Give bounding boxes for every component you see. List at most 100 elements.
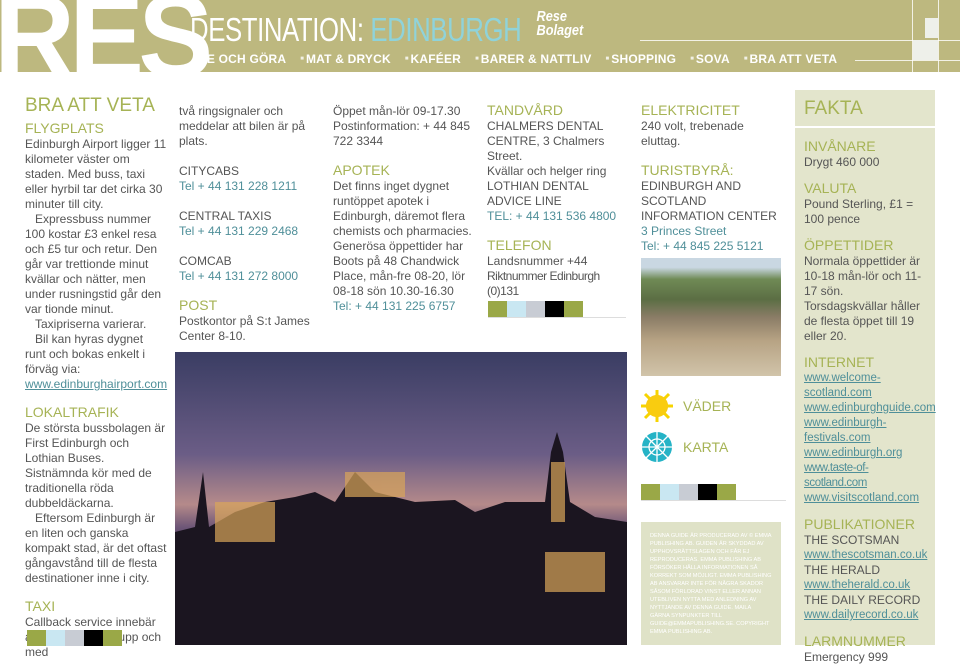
disclaimer: DENNA GUIDE ÄR PRODUCERAD AV © EMMA PUBL… (641, 522, 781, 645)
sun-icon (641, 390, 673, 422)
section-title: BRA ATT VETA (25, 95, 155, 116)
header: RES DESTINATION: EDINBURGH Rese Bolaget … (0, 0, 960, 96)
globe-icon (642, 432, 672, 462)
text: Bil kan hyras dygnet runt och bokas enke… (25, 332, 146, 376)
heading-valuta: VALUTA (804, 180, 857, 196)
text: Eftersom Edinburgh är en liten och gansk… (25, 511, 167, 585)
main-nav: SE OCH GÖRA MAT & DRYCK KAFÉER BARER & N… (193, 52, 837, 67)
text: EDINBURGH AND SCOTLAND INFORMATION CENTE… (641, 179, 777, 223)
publication-name: THE SCOTSMAN (804, 533, 900, 547)
text: Det finns inget dygnet runtöppet apotek … (333, 179, 472, 298)
title-prefix: DESTINATION: (190, 11, 371, 48)
airport-link[interactable]: www.edinburghairport.com (25, 377, 167, 392)
text: De största bussbolagen är First Edinburg… (25, 421, 166, 510)
divider (855, 60, 960, 61)
text: Landsnummer +44 (487, 254, 588, 268)
text: Postkontor på S:t James Center 8-10. (179, 314, 310, 343)
heading-taxi: TAXI (25, 598, 56, 614)
text: Emergency 999 (804, 650, 889, 664)
nav-barer-nattliv[interactable]: BARER & NATTLIV (475, 52, 592, 67)
text: Taxipriserna varierar. (35, 317, 147, 331)
res-logo: RES (0, 0, 213, 103)
heading-internet: INTERNET (804, 354, 874, 370)
map-link[interactable]: KARTA (641, 431, 728, 463)
cab-name: CITYCABS (179, 164, 240, 178)
weather-link[interactable]: VÄDER (641, 390, 731, 422)
text: Expressbuss nummer 100 kostar £3 enkel r… (25, 212, 162, 316)
color-swatches (488, 301, 583, 317)
heading-tandvard: TANDVÅRD (487, 102, 563, 118)
publication-link[interactable]: www.theherald.co.uk (804, 578, 926, 593)
title-city: EDINBURGH (370, 11, 522, 48)
cab-name: COMCAB (179, 254, 232, 268)
text: Öppet mån-lör 09-17.30 (333, 104, 461, 118)
column-bra-att-veta: BRA ATT VETA FLYGPLATS Edinburgh Airport… (25, 95, 167, 660)
color-swatches (641, 484, 736, 500)
heading-post: POST (179, 297, 218, 313)
turist-address: 3 Princes Street (641, 224, 727, 238)
heading-elektricitet: ELEKTRICITET (641, 102, 740, 118)
divider (938, 0, 939, 72)
divider (641, 500, 786, 501)
text: två ringsignaler och meddelar att bilen … (179, 104, 306, 148)
column-elektricitet: ELEKTRICITET 240 volt, trebenade eluttag… (641, 102, 786, 254)
resebolaget-logo: Rese Bolaget (536, 8, 584, 39)
heading-apotek: APOTEK (333, 162, 390, 178)
cab-tel: Tel + 44 131 272 8000 (179, 269, 299, 283)
heading-larmnummer: LARMNUMMER (804, 633, 906, 649)
color-swatches (27, 630, 122, 646)
text: Edinburgh Airport ligger 11 kilometer vä… (25, 137, 167, 211)
heading-publikationer: PUBLIKATIONER (804, 516, 915, 532)
link[interactable]: www.edinburgh-festivals.com (804, 416, 926, 446)
apotek-tel: Tel: + 44 131 225 6757 (333, 299, 456, 313)
column-tandvard: TANDVÅRD CHALMERS DENTAL CENTRE, 3 Chalm… (487, 102, 627, 299)
decor-square (913, 40, 938, 60)
fakta-title: FAKTA (795, 90, 935, 128)
skyline-silhouette (175, 432, 627, 645)
heading-turistbyra: TURISTBYRÅ: (641, 162, 734, 178)
cab-tel: Tel + 44 131 229 2468 (179, 224, 299, 238)
link[interactable]: www.taste-of-scotland.com (804, 461, 926, 491)
link[interactable]: www.welcome-scotland.com (804, 371, 926, 401)
divider (912, 0, 913, 72)
turist-tel: Tel: + 44 845 225 5121 (641, 239, 764, 253)
publication-name: THE HERALD (804, 563, 881, 577)
castle-photo (641, 258, 781, 376)
text: 240 volt, trebenade eluttag. (641, 119, 744, 148)
divider (488, 317, 626, 318)
publication-name: THE DAILY RECORD (804, 593, 921, 607)
link[interactable]: www.edinburgh.org (804, 446, 926, 461)
nav-se-och-gora[interactable]: SE OCH GÖRA (193, 52, 286, 67)
column-apotek: Öppet mån-lör 09-17.30 Postinformation: … (333, 104, 475, 314)
publication-link[interactable]: www.thescotsman.co.uk (804, 548, 927, 563)
text: CHALMERS DENTAL CENTRE, 3 Chalmers Stree… (487, 119, 605, 163)
link[interactable]: www.edinburghguide.com (804, 401, 936, 416)
heading-telefon: TELEFON (487, 237, 552, 253)
publication-link[interactable]: www.dailyrecord.co.uk (804, 608, 926, 623)
text: Normala öppettider är 10-18 mån-lör och … (804, 254, 922, 343)
text: Riktnummer Edinburgh (0)131 (487, 269, 600, 298)
decor-square (925, 18, 938, 38)
nav-shopping[interactable]: SHOPPING (606, 52, 677, 67)
nav-sova[interactable]: SOVA (690, 52, 730, 67)
text: Kvällar och helger ring LOTHIAN DENTAL A… (487, 164, 607, 208)
column-taxi-post: två ringsignaler och meddelar att bilen … (179, 104, 321, 344)
heading-lokaltrafik: LOKALTRAFIK (25, 404, 119, 420)
text: Postinformation: + 44 845 722 3344 (333, 119, 471, 148)
nav-bra-att-veta[interactable]: BRA ATT VETA (744, 52, 838, 67)
fakta-panel: FAKTA INVÅNARE Drygt 460 000 VALUTA Poun… (795, 90, 936, 664)
tand-tel: TEL: + 44 131 536 4800 (487, 209, 617, 223)
link[interactable]: www.visitscotland.com (804, 491, 926, 506)
nav-kafeer[interactable]: KAFÉER (405, 52, 461, 67)
heading-flygplats: FLYGPLATS (25, 120, 104, 136)
heading-invanare: INVÅNARE (804, 138, 876, 154)
cab-tel: Tel + 44 131 228 1211 (179, 179, 298, 193)
cab-name: CENTRAL TAXIS (179, 209, 272, 223)
nav-mat-dryck[interactable]: MAT & DRYCK (300, 52, 391, 67)
heading-oppettider: ÖPPETTIDER (804, 237, 894, 253)
edinburgh-night-photo (175, 352, 627, 645)
weather-label: VÄDER (683, 397, 732, 414)
text: Drygt 460 000 (804, 155, 880, 169)
map-label: KARTA (683, 438, 729, 455)
page-title: DESTINATION: EDINBURGH (190, 11, 522, 48)
